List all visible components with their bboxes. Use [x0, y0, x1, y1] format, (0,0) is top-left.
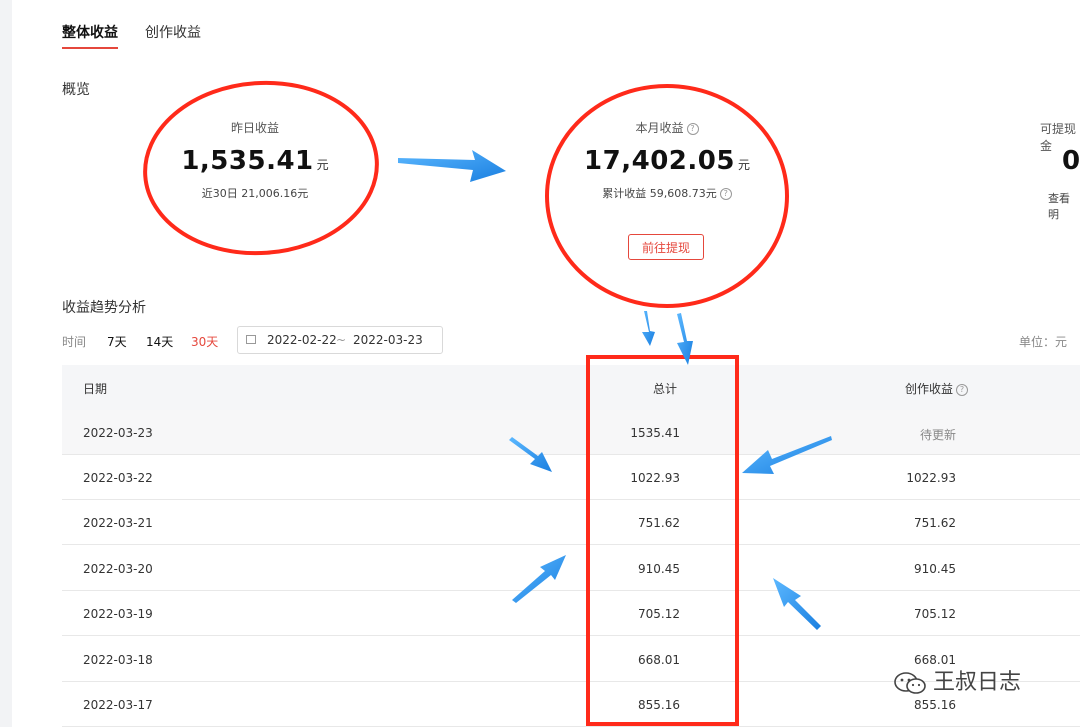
table-row: 2022-03-19 705.12 705.12 — [62, 591, 1080, 636]
filter-14-days[interactable]: 14天 — [146, 333, 173, 350]
yesterday-value-line: 1,535.41 元 — [145, 146, 365, 176]
row-total: 855.16 — [638, 698, 680, 712]
last-30-days-value: 21,006.16元 — [241, 187, 309, 200]
table-row: 2022-03-21 751.62 751.62 — [62, 500, 1080, 545]
withdrawable-value: 0 — [1062, 146, 1080, 176]
row-date: 2022-03-17 — [83, 698, 153, 712]
help-icon[interactable]: ? — [956, 383, 969, 396]
overview-title: 概览 — [62, 82, 90, 98]
filter-30-days[interactable]: 30天 — [191, 333, 218, 350]
row-date: 2022-03-18 — [83, 653, 153, 667]
help-icon[interactable]: ? — [719, 188, 732, 200]
row-total: 668.01 — [638, 653, 680, 667]
withdraw-button[interactable]: 前往提现 — [628, 234, 704, 260]
date-end[interactable]: 2022-03-23 — [353, 333, 423, 347]
row-creative: 751.62 — [914, 516, 956, 530]
row-creative: 855.16 — [914, 698, 956, 712]
table-row: 2022-03-23 1535.41 待更新 — [62, 410, 1080, 455]
row-creative: 910.45 — [914, 562, 956, 576]
row-date: 2022-03-22 — [83, 471, 153, 485]
row-date: 2022-03-20 — [83, 562, 153, 576]
tab-overall-earnings[interactable]: 整体收益 — [62, 22, 118, 42]
table-row: 2022-03-20 910.45 910.45 — [62, 546, 1080, 591]
row-date: 2022-03-21 — [83, 516, 153, 530]
filter-7-days[interactable]: 7天 — [107, 333, 127, 350]
row-total: 1022.93 — [630, 471, 680, 485]
column-total: 总计 — [653, 382, 678, 396]
cumulative-label: 累计收益 — [602, 187, 647, 200]
row-total: 1535.41 — [630, 426, 680, 440]
watermark: 王叔日志 — [893, 664, 1021, 696]
yesterday-earnings-card: 昨日收益 1,535.41 元 近30日 21,006.16元 — [145, 119, 365, 201]
row-date: 2022-03-23 — [83, 426, 153, 440]
date-range-picker[interactable]: 2022-02-22 ~ 2022-03-23 — [237, 326, 443, 354]
active-tab-indicator — [62, 47, 118, 49]
row-date: 2022-03-19 — [83, 607, 153, 621]
time-filter-label: 时间 — [62, 335, 87, 349]
row-total: 751.62 — [638, 516, 680, 530]
trend-title: 收益趋势分析 — [62, 300, 146, 316]
month-unit: 元 — [737, 158, 750, 172]
tab-creative-earnings[interactable]: 创作收益 — [145, 22, 201, 42]
row-total: 705.12 — [638, 607, 680, 621]
table-row: 2022-03-22 1022.93 1022.93 — [62, 455, 1080, 500]
last-30-days: 近30日 21,006.16元 — [145, 185, 365, 201]
month-label: 本月收益 — [635, 121, 684, 135]
help-icon[interactable]: ? — [686, 122, 699, 135]
calendar-icon — [246, 335, 256, 344]
month-value: 17,402.05 — [584, 146, 735, 176]
watermark-text: 王叔日志 — [933, 670, 1022, 695]
view-details-link[interactable]: 查看明 — [1048, 190, 1080, 222]
cumulative-earnings: 累计收益 59,608.73元? — [557, 185, 777, 201]
date-separator: ~ — [336, 333, 347, 347]
unit-label: 单位：元 — [1019, 335, 1068, 349]
last-30-days-label: 近30日 — [201, 187, 238, 200]
cumulative-value: 59,608.73元 — [649, 187, 717, 200]
month-value-line: 17,402.05 元 — [557, 146, 777, 176]
yesterday-label: 昨日收益 — [230, 121, 279, 135]
wechat-icon — [894, 672, 926, 694]
row-creative: 705.12 — [914, 607, 956, 621]
column-date: 日期 — [83, 382, 108, 396]
row-creative: 1022.93 — [906, 471, 956, 485]
month-label-line: 本月收益? — [557, 119, 777, 136]
month-earnings-card: 本月收益? 17,402.05 元 累计收益 59,608.73元? — [557, 119, 777, 201]
row-total: 910.45 — [638, 562, 680, 576]
column-creative: 创作收益? — [905, 380, 969, 397]
row-creative: 待更新 — [919, 428, 956, 442]
date-start[interactable]: 2022-02-22 — [267, 333, 337, 347]
yesterday-value: 1,535.41 — [181, 146, 314, 176]
yesterday-unit: 元 — [316, 158, 329, 172]
column-creative-label: 创作收益 — [905, 382, 954, 396]
